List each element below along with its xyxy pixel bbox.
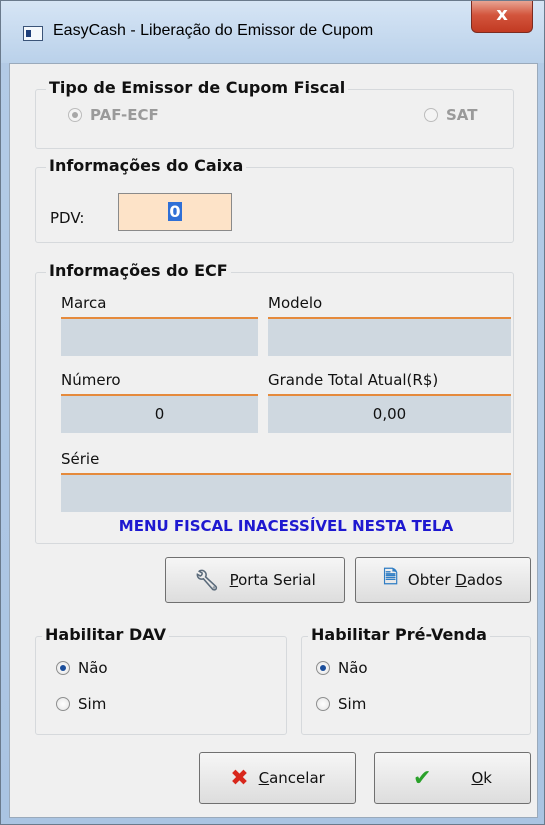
radio-prevenda-nao[interactable]: Não bbox=[316, 659, 368, 677]
caixa-group-title: Informações do Caixa bbox=[46, 156, 247, 175]
emissor-group-title: Tipo de Emissor de Cupom Fiscal bbox=[46, 78, 349, 97]
emissor-group: Tipo de Emissor de Cupom Fiscal PAF-ECF … bbox=[35, 78, 514, 149]
radio-sat-label: SAT bbox=[446, 106, 478, 124]
dialog-body: Tipo de Emissor de Cupom Fiscal PAF-ECF … bbox=[9, 63, 538, 818]
modelo-field bbox=[268, 317, 511, 356]
ecf-group: Informações do ECF Marca Modelo Número 0… bbox=[35, 261, 514, 544]
serie-field bbox=[61, 473, 511, 512]
caixa-group: Informações do Caixa PDV: 0 bbox=[35, 156, 514, 243]
pdv-label: PDV: bbox=[50, 209, 85, 227]
porta-serial-button[interactable]: 🔧︎ Porta Serial bbox=[165, 557, 345, 603]
prevenda-group: Habilitar Pré-Venda Não Sim bbox=[301, 625, 531, 735]
radio-paf-ecf[interactable]: PAF-ECF bbox=[68, 106, 159, 124]
radio-paf-ecf-label: PAF-ECF bbox=[90, 106, 159, 124]
obter-dados-label: Obter Dados bbox=[407, 571, 503, 589]
radio-dav-nao[interactable]: Não bbox=[56, 659, 108, 677]
radio-sat[interactable]: SAT bbox=[424, 106, 477, 124]
radio-sat-dot bbox=[424, 108, 438, 122]
app-icon bbox=[23, 26, 43, 41]
radio-dav-sim-dot bbox=[56, 697, 70, 711]
title-bar[interactable]: EasyCash - Liberação do Emissor de Cupom… bbox=[1, 1, 544, 63]
radio-dav-nao-dot bbox=[56, 661, 70, 675]
obter-dados-button[interactable]: 🗎︎ Obter Dados bbox=[355, 557, 531, 603]
modelo-label: Modelo bbox=[268, 294, 323, 312]
menu-fiscal-warning: MENU FISCAL INACESSÍVEL NESTA TELA bbox=[118, 517, 454, 535]
radio-paf-ecf-dot bbox=[68, 108, 82, 122]
ecf-group-title: Informações do ECF bbox=[46, 261, 231, 280]
window-title: EasyCash - Liberação do Emissor de Cupom bbox=[53, 22, 374, 39]
numero-label: Número bbox=[61, 371, 121, 389]
ok-button[interactable]: ✔ Ok bbox=[374, 752, 531, 804]
cancelar-button[interactable]: ✖ Cancelar bbox=[199, 752, 356, 804]
radio-dav-sim-label: Sim bbox=[78, 695, 107, 713]
ok-label: Ok bbox=[471, 769, 492, 787]
radio-prevenda-sim[interactable]: Sim bbox=[316, 695, 366, 713]
radio-prevenda-nao-label: Não bbox=[338, 659, 368, 677]
radio-prevenda-sim-label: Sim bbox=[338, 695, 367, 713]
porta-serial-label: Porta Serial bbox=[229, 571, 316, 589]
pdv-input[interactable]: 0 bbox=[118, 193, 232, 231]
dav-group: Habilitar DAV Não Sim bbox=[35, 625, 287, 735]
serie-label: Série bbox=[61, 450, 100, 468]
grande-total-label: Grande Total Atual(R$) bbox=[268, 371, 439, 389]
radio-prevenda-nao-dot bbox=[316, 661, 330, 675]
radio-dav-sim[interactable]: Sim bbox=[56, 695, 106, 713]
prevenda-group-title: Habilitar Pré-Venda bbox=[308, 625, 490, 644]
radio-prevenda-sim-dot bbox=[316, 697, 330, 711]
check-icon: ✔ bbox=[413, 765, 432, 791]
wrench-icon: 🔧︎ bbox=[194, 568, 220, 592]
app-window: EasyCash - Liberação do Emissor de Cupom… bbox=[0, 0, 545, 825]
cancelar-label: Cancelar bbox=[258, 769, 325, 787]
grande-total-field: 0,00 bbox=[268, 394, 511, 433]
marca-field bbox=[61, 317, 258, 356]
pdv-value: 0 bbox=[168, 202, 182, 221]
close-button[interactable]: x bbox=[471, 1, 533, 33]
radio-dav-nao-label: Não bbox=[78, 659, 108, 677]
numero-field: 0 bbox=[61, 394, 258, 433]
document-icon: 🗎︎ bbox=[383, 567, 398, 588]
x-icon: ✖ bbox=[230, 765, 249, 791]
marca-label: Marca bbox=[61, 294, 107, 312]
dav-group-title: Habilitar DAV bbox=[42, 625, 169, 644]
